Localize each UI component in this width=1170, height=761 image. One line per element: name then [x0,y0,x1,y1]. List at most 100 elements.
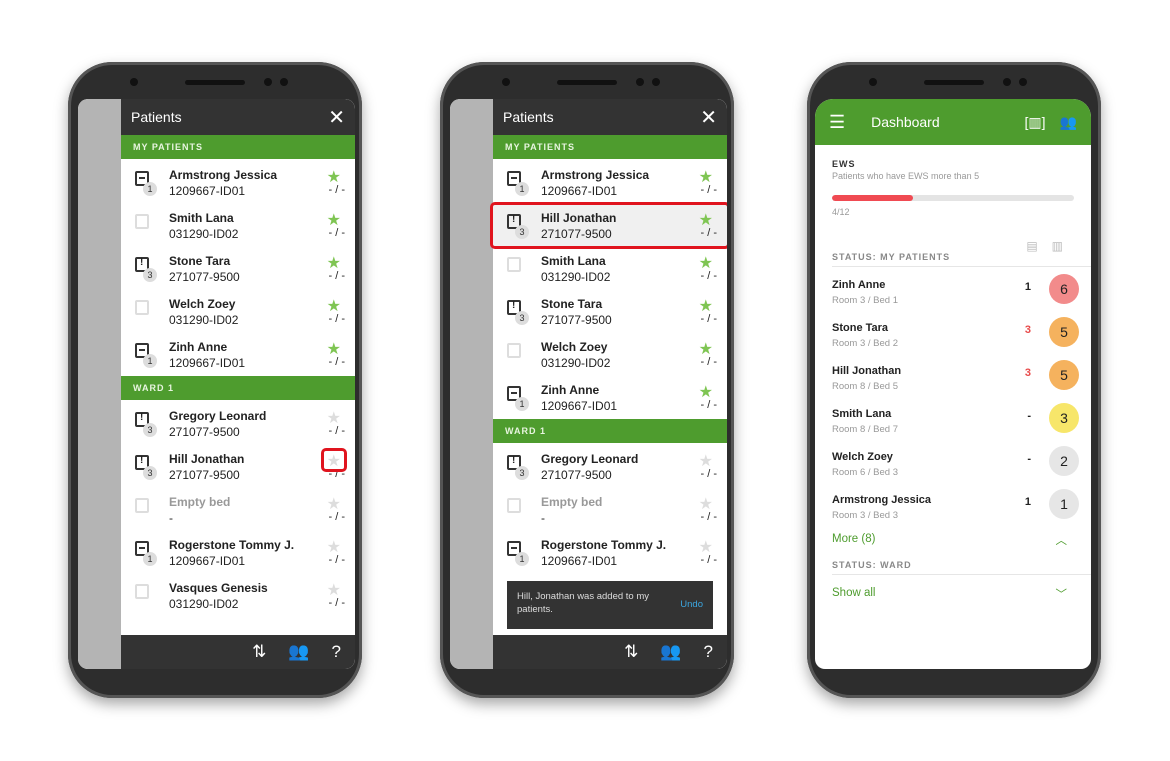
patient-value: - / - [700,184,718,196]
menu-icon[interactable]: ☰ [829,112,845,133]
patient-list: 1Armstrong Jessica1209667-ID01★- / -3Hil… [490,159,727,419]
dashboard-patient-row[interactable]: Armstrong Jessica Room 3 / Bed 311 [815,482,1091,525]
background-app-strip[interactable] [78,99,121,669]
patient-name: Vasques Genesis [169,580,268,595]
patient-row[interactable]: 3Hill Jonathan271077-9500★- / - [121,445,355,488]
patient-name: Smith Lana [541,253,606,268]
background-app-strip[interactable] [450,99,493,669]
ews-card: EWS Patients who have EWS more than 5 4/… [815,145,1091,217]
close-icon[interactable]: ✕ [700,105,717,130]
help-icon[interactable]: ? [704,642,713,662]
patient-name: Welch Zoey [169,296,236,311]
patient-list: 3Gregory Leonard271077-9500★- / -3Hill J… [121,400,355,617]
ews-description: Patients who have EWS more than 5 [832,171,980,181]
patient-row[interactable]: 3Stone Tara271077-9500★- / - [121,247,355,290]
patient-row[interactable]: 3Hill Jonathan271077-9500★- / - [490,202,727,249]
patient-info: Gregory Leonard 271077-9500 [541,451,638,483]
patient-name: Armstrong Jessica [169,167,278,182]
section-header: MY PATIENTS [121,135,355,159]
patient-row[interactable]: Smith Lana 031290-ID02 ★ - / - [493,247,727,290]
dashboard-patient-row[interactable]: Zinh Anne Room 3 / Bed 116 [815,267,1091,310]
calendar-icon [135,584,149,599]
chevron-up-icon: ︿ [1055,535,1068,547]
patient-info: Smith Lana 031290-ID02 [541,253,610,285]
patient-row[interactable]: Empty bed - ★ - / - [493,488,727,531]
patient-row[interactable]: Smith Lana 031290-ID02 ★ - / - [121,204,355,247]
patient-info: Rogerstone Tommy J. 1209667-ID01 [169,537,294,569]
patient-name: Empty bed [169,494,231,509]
patients-icon[interactable]: 👥 [1060,114,1077,131]
patient-id: 1209667-ID01 [541,553,618,568]
calendar-icon[interactable]: ▤ [1026,239,1051,253]
ews-score: 5 [1049,360,1079,390]
patient-value: - / - [328,511,346,523]
show-all-label: Show all [832,587,876,599]
patient-row[interactable]: 3Gregory Leonard271077-9500★- / - [493,445,727,488]
patient-value: - / - [700,511,718,523]
patient-info: Rogerstone Tommy J. 1209667-ID01 [541,537,666,569]
close-icon[interactable]: ✕ [328,105,345,130]
show-all-button[interactable]: Show all ﹀ [815,579,1091,607]
patient-row[interactable]: 1 Armstrong Jessica 1209667-ID01 ★ - / - [493,161,727,204]
dashboard-patient-row[interactable]: Welch Zoey Room 6 / Bed 3-2 [815,439,1091,482]
patient-info: Smith Lana 031290-ID02 [169,210,238,242]
task-count: - [1027,410,1031,422]
task-count: 3 [1024,324,1031,336]
patient-id: 271077-9500 [169,424,240,439]
calendar-icon [135,498,149,513]
patient-value: - / - [328,554,346,566]
patient-id: 031290-ID02 [169,596,239,611]
sort-icon[interactable]: ⇅ [624,642,638,662]
ews-score: 5 [1049,317,1079,347]
patient-id: 031290-ID02 [169,226,239,241]
status-my-patients-label: STATUS: MY PATIENTS [832,252,951,262]
calendar-icon [507,343,521,358]
patient-value: - / - [700,313,718,325]
dashboard-patient-row[interactable]: Stone Tara Room 3 / Bed 235 [815,310,1091,353]
patient-row[interactable]: Welch Zoey 031290-ID02 ★ - / - [493,333,727,376]
phone-patients-added: Patients ✕ MY PATIENTS 1 Armstrong Jessica 1… [440,62,734,698]
sort-icon[interactable]: ⇅ [252,642,266,662]
patient-row[interactable]: Empty bed - ★ - / - [121,488,355,531]
more-button[interactable]: More (8) ︿ [815,525,1091,553]
patient-row[interactable]: 1 Zinh Anne 1209667-ID01 ★ - / - [121,333,355,376]
patient-value: - / - [700,399,718,411]
barcode-scan-icon[interactable]: [▥] [1025,114,1046,131]
patient-info: Empty bed - [169,494,230,526]
help-icon[interactable]: ? [332,642,341,662]
snackbar-message: Hill, Jonathan was added to my patients. [517,591,650,615]
chart-icon[interactable]: ▥ [1052,239,1077,253]
patient-row[interactable]: 1 Armstrong Jessica 1209667-ID01 ★ - / - [121,161,355,204]
patient-value: - / - [328,227,346,239]
more-label: More (8) [832,533,876,545]
ews-score: 3 [1049,403,1079,433]
patient-row[interactable]: Welch Zoey 031290-ID02 ★ - / - [121,290,355,333]
patient-row[interactable]: 1 Rogerstone Tommy J. 1209667-ID01 ★ - / - [121,531,355,574]
patient-info: Vasques Genesis 031290-ID02 [169,580,268,612]
task-count-badge: 3 [143,466,157,480]
patient-value: - / - [328,597,346,609]
patient-row[interactable]: 3Gregory Leonard271077-9500★- / - [121,402,355,445]
task-count-badge: 3 [515,466,529,480]
patient-value: - / - [328,313,346,325]
patient-row[interactable]: Vasques Genesis 031290-ID02 ★ - / - [121,574,355,617]
group-icon[interactable]: 👥 [288,642,309,662]
group-icon[interactable]: 👥 [660,642,681,662]
dashboard-patient-row[interactable]: Hill Jonathan Room 8 / Bed 535 [815,353,1091,396]
calendar-icon [507,257,521,272]
patient-name: Empty bed [541,494,603,509]
patient-row[interactable]: 1 Rogerstone Tommy J. 1209667-ID01 ★ - / - [493,531,727,574]
ews-score: 2 [1049,446,1079,476]
patient-row[interactable]: 3Stone Tara271077-9500★- / - [493,290,727,333]
task-count-badge: 3 [515,311,529,325]
section-header: MY PATIENTS [493,135,727,159]
task-count: 3 [1024,367,1031,379]
task-count-badge: 1 [515,182,529,196]
patient-value: - / - [700,270,718,282]
dashboard-patient-row[interactable]: Smith Lana Room 8 / Bed 7-3 [815,396,1091,439]
ews-label: EWS [832,159,856,169]
undo-button[interactable]: Undo [680,598,703,611]
patient-id: 1209667-ID01 [169,183,246,198]
patient-row[interactable]: 1 Zinh Anne 1209667-ID01 ★ - / - [493,376,727,419]
snackbar: Hill, Jonathan was added to my patients.… [507,581,713,629]
